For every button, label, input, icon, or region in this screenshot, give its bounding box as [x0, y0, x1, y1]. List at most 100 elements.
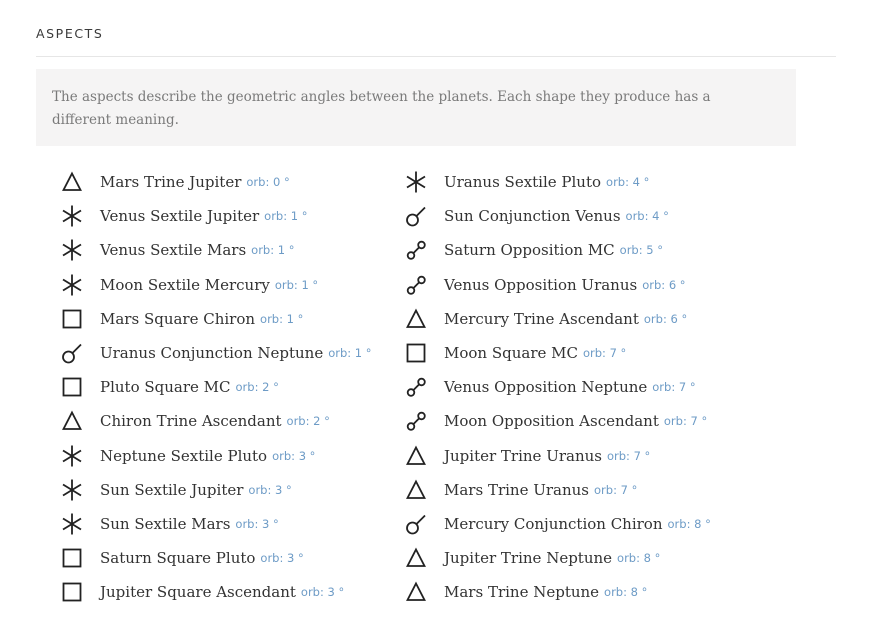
aspect-item: Sun Sextile Jupiter orb: 3 °: [58, 473, 372, 507]
aspect-item: Venus Opposition Neptune orb: 7 °: [402, 370, 711, 404]
trine-icon: [402, 544, 430, 572]
aspect-item: Sun Conjunction Venus orb: 4 °: [402, 199, 711, 233]
divider: [36, 56, 836, 57]
conjunction-icon: [58, 339, 86, 367]
aspect-orb: orb: 7 °: [582, 346, 627, 361]
opposition-icon: [402, 407, 430, 435]
aspect-name: Jupiter Square Ascendant: [100, 583, 296, 602]
aspect-item: Venus Opposition Uranus orb: 6 °: [402, 268, 711, 302]
aspect-name: Mercury Conjunction Chiron: [444, 514, 663, 533]
opposition-icon: [402, 236, 430, 264]
section-title: ASPECTS: [36, 26, 104, 41]
aspect-item: Jupiter Trine Neptune orb: 8 °: [402, 541, 711, 575]
aspect-item: Pluto Square MC orb: 2 °: [58, 370, 372, 404]
aspect-name: Moon Opposition Ascendant: [444, 412, 659, 431]
aspect-name: Pluto Square MC: [100, 378, 231, 397]
aspect-orb: orb: 4 °: [606, 175, 650, 190]
aspect-item: Saturn Opposition MC orb: 5 °: [402, 233, 711, 267]
aspect-orb: orb: 7 °: [594, 482, 638, 497]
aspect-orb: orb: 1 °: [260, 311, 304, 326]
aspect-orb: orb: 5 °: [619, 243, 663, 258]
aspect-item: Mercury Conjunction Chiron orb: 8 °: [402, 507, 711, 541]
aspect-list-left: Mars Trine Jupiter orb: 0 ° Venus Sextile …: [58, 165, 372, 609]
aspect-list-right: Uranus Sextile Pluto orb: 4 ° Sun Conjunct…: [402, 165, 711, 609]
aspect-name: Mercury Trine Ascendant: [444, 309, 639, 328]
sextile-icon: [58, 476, 86, 504]
aspect-orb: orb: 3 °: [248, 482, 292, 497]
aspect-name: Sun Conjunction Venus: [444, 207, 621, 226]
aspect-item: Sun Sextile Mars orb: 3 °: [58, 507, 372, 541]
aspect-name: Moon Sextile Mercury: [100, 275, 270, 294]
aspect-item: Moon Square MC orb: 7 °: [402, 336, 711, 370]
aspect-orb: orb: 1 °: [251, 243, 295, 258]
aspect-item: Mars Trine Neptune orb: 8 °: [402, 575, 711, 609]
aspect-orb: orb: 7 °: [606, 448, 651, 463]
trine-icon: [402, 578, 430, 606]
trine-icon: [402, 476, 430, 504]
aspect-name: Venus Opposition Uranus: [444, 275, 638, 294]
trine-icon: [402, 305, 430, 333]
aspect-name: Saturn Opposition MC: [444, 241, 615, 260]
aspect-orb: orb: 8 °: [617, 551, 661, 566]
square-icon: [58, 544, 86, 572]
aspect-name: Uranus Conjunction Neptune: [100, 344, 324, 363]
aspect-orb: orb: 3 °: [260, 551, 304, 566]
aspect-name: Moon Square MC: [444, 344, 578, 363]
aspect-name: Mars Trine Jupiter: [100, 173, 242, 192]
aspect-name: Chiron Trine Ascendant: [100, 412, 282, 431]
aspect-orb: orb: 1 °: [274, 277, 319, 292]
sextile-icon: [402, 168, 430, 196]
aspect-orb: orb: 7 °: [663, 414, 708, 429]
aspect-item: Mars Trine Uranus orb: 7 °: [402, 473, 711, 507]
sextile-icon: [58, 202, 86, 230]
aspect-orb: orb: 6 °: [643, 311, 688, 326]
aspect-orb: orb: 7 °: [652, 380, 696, 395]
aspect-name: Venus Opposition Neptune: [444, 378, 648, 397]
square-icon: [58, 305, 86, 333]
aspect-item: Venus Sextile Mars orb: 1 °: [58, 233, 372, 267]
square-icon: [58, 373, 86, 401]
trine-icon: [58, 407, 86, 435]
aspect-orb: orb: 2 °: [235, 380, 279, 395]
sextile-icon: [58, 271, 86, 299]
aspect-item: Venus Sextile Jupiter orb: 1 °: [58, 199, 372, 233]
aspect-name: Mars Trine Uranus: [444, 480, 589, 499]
sextile-icon: [58, 236, 86, 264]
aspect-orb: orb: 1 °: [328, 346, 372, 361]
sextile-icon: [58, 442, 86, 470]
aspect-item: Jupiter Square Ascendant orb: 3 °: [58, 575, 372, 609]
opposition-icon: [402, 271, 430, 299]
square-icon: [58, 578, 86, 606]
aspect-name: Venus Sextile Mars: [100, 241, 247, 260]
aspect-name: Saturn Square Pluto: [100, 549, 256, 568]
aspect-orb: orb: 6 °: [642, 277, 686, 292]
aspect-orb: orb: 2 °: [286, 414, 330, 429]
square-icon: [402, 339, 430, 367]
aspect-item: Jupiter Trine Uranus orb: 7 °: [402, 439, 711, 473]
conjunction-icon: [402, 202, 430, 230]
aspect-name: Sun Sextile Mars: [100, 514, 231, 533]
aspect-item: Mars Trine Jupiter orb: 0 °: [58, 165, 372, 199]
aspect-name: Jupiter Trine Uranus: [444, 446, 602, 465]
aspect-item: Uranus Conjunction Neptune orb: 1 °: [58, 336, 372, 370]
trine-icon: [58, 168, 86, 196]
aspect-orb: orb: 8 °: [667, 516, 711, 531]
aspect-item: Moon Sextile Mercury orb: 1 °: [58, 268, 372, 302]
aspect-orb: orb: 0 °: [246, 175, 290, 190]
aspect-name: Mars Square Chiron: [100, 309, 256, 328]
aspect-name: Neptune Sextile Pluto: [100, 446, 268, 465]
aspect-item: Mars Square Chiron orb: 1 °: [58, 302, 372, 336]
description-text: The aspects describe the geometric angle…: [52, 89, 711, 128]
aspect-item: Chiron Trine Ascendant orb: 2 °: [58, 404, 372, 438]
aspect-name: Mars Trine Neptune: [444, 583, 600, 602]
aspect-orb: orb: 4 °: [625, 209, 669, 224]
aspect-name: Uranus Sextile Pluto: [444, 173, 602, 192]
trine-icon: [402, 442, 430, 470]
aspect-item: Mercury Trine Ascendant orb: 6 °: [402, 302, 711, 336]
conjunction-icon: [402, 510, 430, 538]
opposition-icon: [402, 373, 430, 401]
description-box: The aspects describe the geometric angle…: [36, 69, 796, 146]
sextile-icon: [58, 510, 86, 538]
aspect-name: Venus Sextile Jupiter: [100, 207, 260, 226]
aspect-name: Sun Sextile Jupiter: [100, 480, 244, 499]
